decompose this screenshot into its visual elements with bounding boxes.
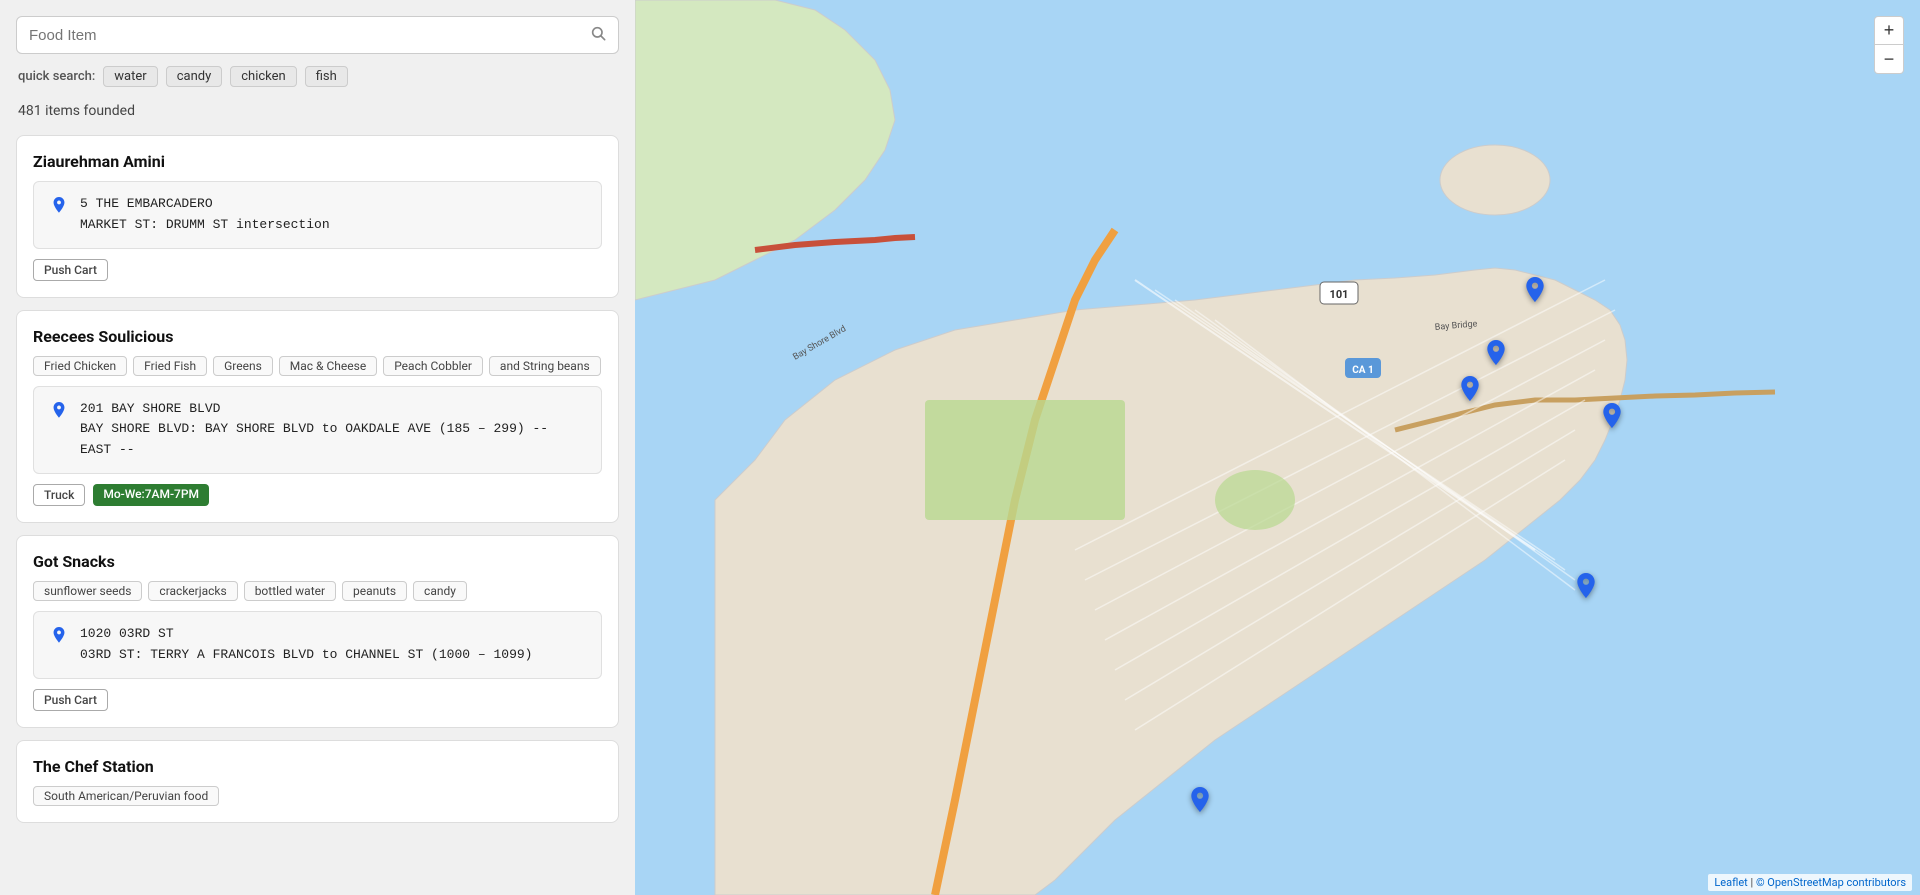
quick-tag-chicken[interactable]: chicken <box>230 66 296 87</box>
food-tags: Fried Chicken Fried Fish Greens Mac & Ch… <box>33 356 602 376</box>
zoom-in-button[interactable]: + <box>1875 17 1903 45</box>
badge-push-cart[interactable]: Push Cart <box>33 259 108 281</box>
location-box: 1020 03RD ST 03RD ST: TERRY A FRANCOIS B… <box>33 611 602 679</box>
badges: Push Cart <box>33 259 602 281</box>
card-title: Got Snacks <box>33 552 602 571</box>
svg-text:CA 1: CA 1 <box>1352 365 1373 376</box>
map-attribution: Leaflet | © OpenStreetMap contributors <box>1708 874 1912 891</box>
card-reecees-soulicious: Reecees Soulicious Fried Chicken Fried F… <box>16 310 619 523</box>
svg-text:101: 101 <box>1330 288 1349 301</box>
badges: Truck Mo-We:7AM-7PM <box>33 484 602 506</box>
tag-mac-cheese: Mac & Cheese <box>279 356 377 376</box>
card-ziaurehman-amini: Ziaurehman Amini 5 THE EMBARCADERO MARKE… <box>16 135 619 298</box>
osm-link[interactable]: © OpenStreetMap contributors <box>1756 876 1906 889</box>
tag-fried-fish: Fried Fish <box>133 356 207 376</box>
badge-push-cart[interactable]: Push Cart <box>33 689 108 711</box>
map-marker-4[interactable] <box>1600 403 1624 439</box>
card-got-snacks: Got Snacks sunflower seeds crackerjacks … <box>16 535 619 728</box>
leaflet-link[interactable]: Leaflet <box>1714 876 1747 889</box>
search-icon[interactable] <box>590 25 606 45</box>
tag-peach-cobbler: Peach Cobbler <box>383 356 483 376</box>
badges: Push Cart <box>33 689 602 711</box>
map-marker-3[interactable] <box>1458 376 1482 412</box>
map-marker-6[interactable] <box>1188 787 1212 823</box>
tag-crackerjacks: crackerjacks <box>148 581 237 601</box>
quick-search-bar: quick search: water candy chicken fish <box>16 66 619 87</box>
search-input[interactable] <box>29 27 582 44</box>
zoom-out-button[interactable]: − <box>1875 45 1903 73</box>
card-title: Reecees Soulicious <box>33 327 602 346</box>
tag-greens: Greens <box>213 356 273 376</box>
quick-tag-candy[interactable]: candy <box>166 66 223 87</box>
location-box: 5 THE EMBARCADERO MARKET ST: DRUMM ST in… <box>33 181 602 249</box>
tag-bottled-water: bottled water <box>244 581 336 601</box>
map-pin-icon <box>48 626 70 648</box>
map-pin-icon <box>48 196 70 218</box>
card-the-chef-station: The Chef Station South American/Peruvian… <box>16 740 619 823</box>
location-text: 1020 03RD ST 03RD ST: TERRY A FRANCOIS B… <box>80 624 532 666</box>
card-title: Ziaurehman Amini <box>33 152 602 171</box>
badge-truck[interactable]: Truck <box>33 484 85 506</box>
tag-fried-chicken: Fried Chicken <box>33 356 127 376</box>
tag-candy: candy <box>413 581 467 601</box>
quick-tag-water[interactable]: water <box>103 66 157 87</box>
location-text: 201 BAY SHORE BLVD BAY SHORE BLVD: BAY S… <box>80 399 587 461</box>
map-marker-1[interactable] <box>1523 277 1547 313</box>
map-container[interactable]: 101 CA 1 Bay Shore Blvd Bay Bridge <box>635 0 1920 895</box>
left-panel: quick search: water candy chicken fish 4… <box>0 0 635 895</box>
food-tags: South American/Peruvian food <box>33 786 602 806</box>
map-marker-2[interactable] <box>1484 340 1508 376</box>
location-text: 5 THE EMBARCADERO MARKET ST: DRUMM ST in… <box>80 194 330 236</box>
map-marker-5[interactable] <box>1574 573 1598 609</box>
location-box: 201 BAY SHORE BLVD BAY SHORE BLVD: BAY S… <box>33 386 602 474</box>
quick-search-label: quick search: <box>18 69 95 84</box>
map-pin-icon <box>48 401 70 423</box>
tag-peanuts: peanuts <box>342 581 407 601</box>
badge-hours[interactable]: Mo-We:7AM-7PM <box>93 484 209 506</box>
search-box <box>16 16 619 54</box>
map-svg: 101 CA 1 Bay Shore Blvd Bay Bridge <box>635 0 1920 895</box>
map-panel[interactable]: 101 CA 1 Bay Shore Blvd Bay Bridge <box>635 0 1920 895</box>
tag-cuisine: South American/Peruvian food <box>33 786 219 806</box>
tag-string-beans: and String beans <box>489 356 601 376</box>
tag-sunflower-seeds: sunflower seeds <box>33 581 142 601</box>
items-count: 481 items founded <box>16 99 619 123</box>
zoom-controls: + − <box>1874 16 1904 74</box>
card-title: The Chef Station <box>33 757 602 776</box>
food-tags: sunflower seeds crackerjacks bottled wat… <box>33 581 602 601</box>
quick-tag-fish[interactable]: fish <box>305 66 348 87</box>
